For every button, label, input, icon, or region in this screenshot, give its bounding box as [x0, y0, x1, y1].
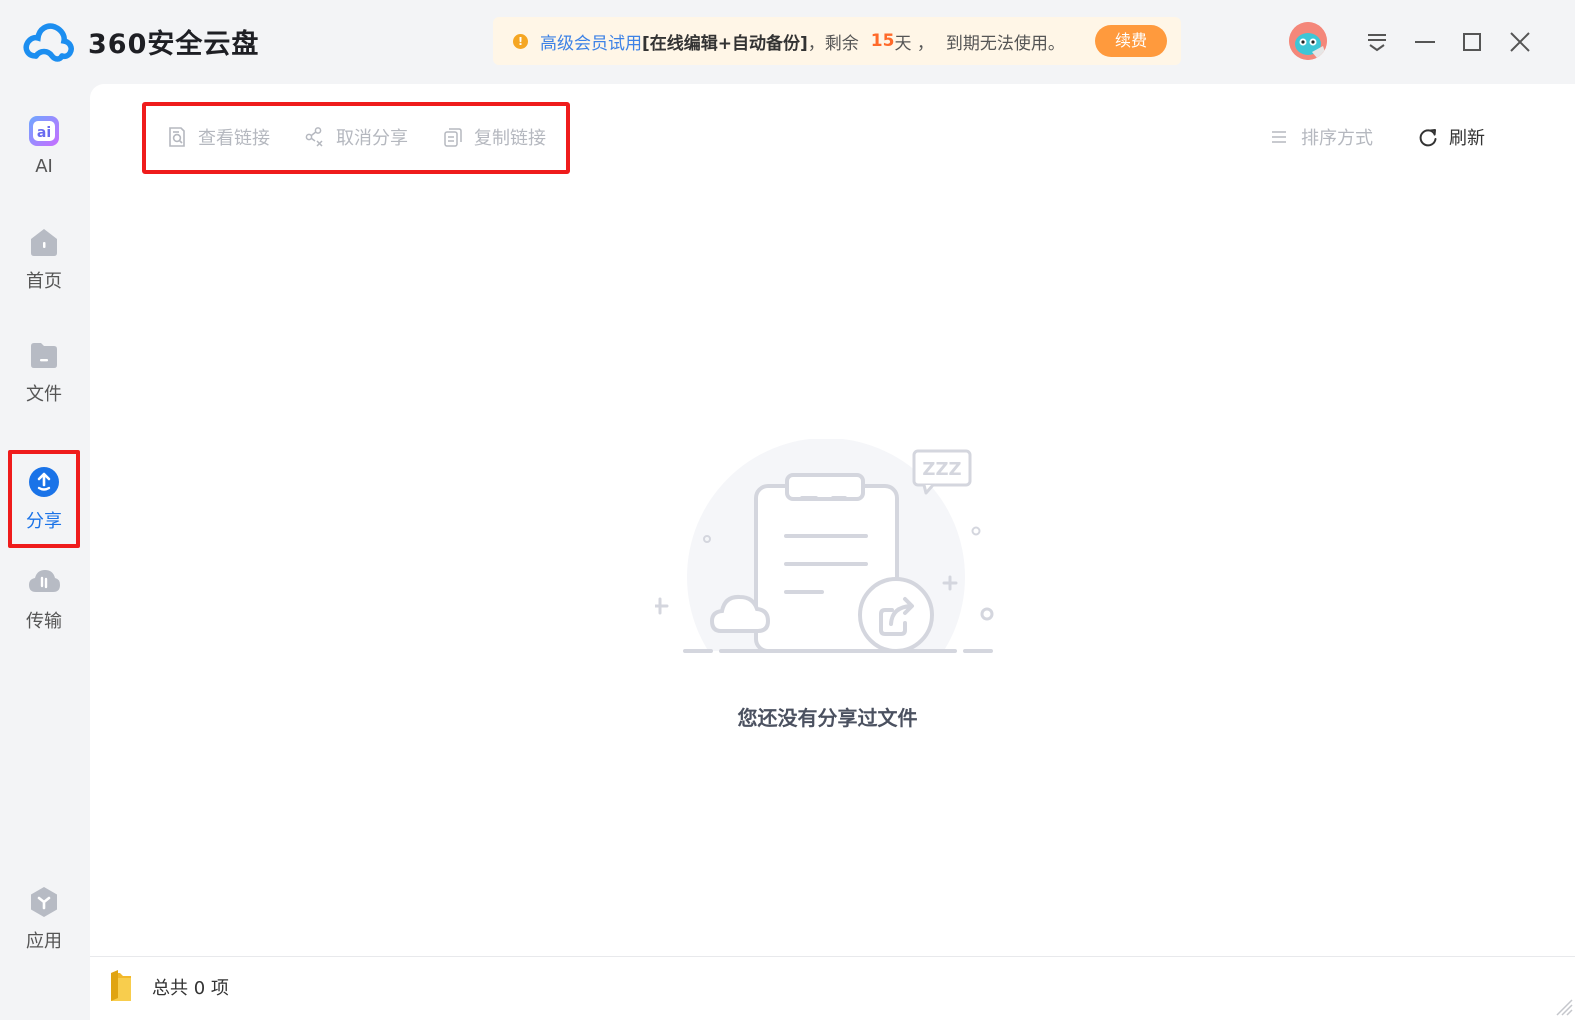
sidebar-item-transfer[interactable]: 传输: [8, 550, 80, 648]
sidebar-item-share[interactable]: 分享: [8, 450, 80, 548]
renew-button[interactable]: 续费: [1095, 25, 1167, 57]
maximize-icon[interactable]: [1456, 26, 1488, 58]
cancel-share-label: 取消分享: [336, 128, 408, 149]
sidebar-item-label: AI: [35, 155, 53, 177]
notice-days-count: 15: [870, 31, 895, 51]
sidebar-item-home[interactable]: 首页: [8, 210, 80, 308]
sidebar: ai AI 首页 文件 分享 传输 应用: [0, 84, 90, 1020]
share-icon: [29, 467, 59, 497]
minimize-icon[interactable]: [1409, 26, 1441, 58]
ai-icon: ai: [29, 115, 59, 146]
empty-share-illustration: ZZZ: [655, 439, 994, 653]
sidebar-item-files[interactable]: 文件: [8, 323, 80, 421]
notice-days-unit: 天 ，: [894, 33, 934, 54]
app-title: 360安全云盘: [88, 28, 260, 60]
home-icon: [31, 229, 57, 256]
menu-dropdown-icon[interactable]: [1361, 26, 1393, 58]
user-avatar[interactable]: [1289, 22, 1327, 60]
svg-text:ai: ai: [37, 125, 51, 141]
item-count: 总共 0 项: [152, 978, 229, 999]
sidebar-item-ai[interactable]: ai AI: [8, 96, 80, 194]
apps-icon: [31, 887, 57, 917]
transfer-icon: [29, 570, 60, 592]
main-panel: 查看链接 取消分享 复制链接 排序方式 刷新 ZZZ 您还没有分享过文件 总共 …: [90, 84, 1575, 1020]
copy-link-label: 复制链接: [474, 128, 546, 149]
sidebar-item-label: 文件: [26, 384, 62, 405]
notice-expire-text: 到期无法使用。: [945, 33, 1065, 54]
sidebar-item-label: 分享: [26, 511, 62, 532]
refresh-label: 刷新: [1449, 128, 1485, 149]
sort-icon: [1272, 131, 1286, 143]
sidebar-item-apps[interactable]: 应用: [8, 870, 80, 968]
app-logo: 360安全云盘: [22, 20, 259, 62]
copy-link-icon: [444, 128, 462, 147]
notice-remaining-text: ，剩余: [807, 33, 859, 54]
folder-icon: [31, 343, 57, 368]
refresh-icon: [1419, 129, 1437, 147]
cancel-share-button[interactable]: 取消分享: [304, 122, 408, 152]
sidebar-item-label: 应用: [26, 931, 62, 952]
view-link-icon: [169, 127, 185, 147]
status-footer: 总共 0 项: [90, 956, 1575, 1020]
copy-link-button[interactable]: 复制链接: [442, 122, 546, 152]
folder-icon: [111, 970, 131, 1001]
sidebar-item-label: 首页: [26, 271, 62, 292]
view-link-button[interactable]: 查看链接: [166, 122, 270, 152]
resize-grip-icon[interactable]: [1551, 994, 1573, 1016]
refresh-button[interactable]: 刷新: [1417, 122, 1485, 152]
empty-state-message: 您还没有分享过文件: [737, 706, 918, 730]
zzz-text: ZZZ: [922, 459, 961, 480]
sidebar-item-label: 传输: [26, 611, 62, 632]
trial-notice-banner: ! 高级会员试用 [在线编辑+自动备份] ，剩余 15 天 ， 到期无法使用。 …: [493, 17, 1181, 65]
title-bar: 360安全云盘 ! 高级会员试用 [在线编辑+自动备份] ，剩余 15 天 ， …: [0, 0, 1575, 84]
notice-features-text: [在线编辑+自动备份]: [642, 33, 808, 54]
app-window: 360安全云盘 ! 高级会员试用 [在线编辑+自动备份] ，剩余 15 天 ， …: [0, 0, 1575, 1020]
sort-button[interactable]: 排序方式: [1269, 122, 1373, 152]
view-link-label: 查看链接: [198, 128, 270, 149]
cancel-share-icon: [305, 127, 323, 147]
warning-icon: !: [513, 33, 528, 49]
notice-trial-text[interactable]: 高级会员试用: [540, 29, 642, 54]
cloud-logo-icon: [23, 23, 74, 62]
sort-label: 排序方式: [1301, 128, 1373, 149]
close-icon[interactable]: [1504, 26, 1536, 58]
